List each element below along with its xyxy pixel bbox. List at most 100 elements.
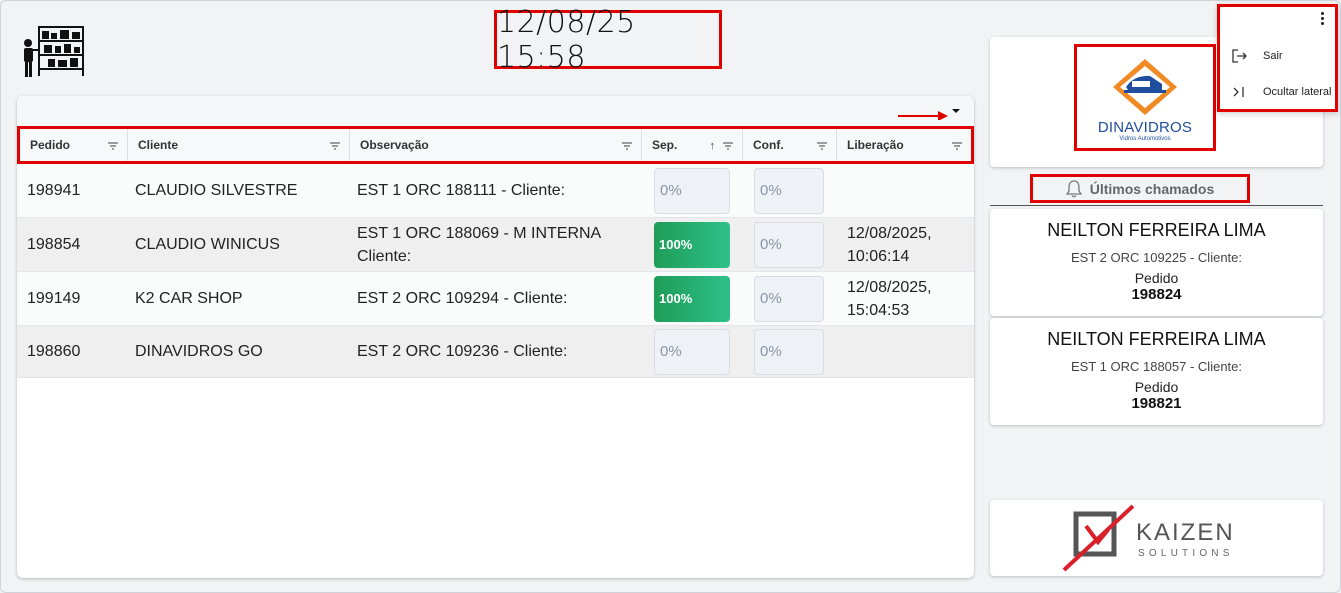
- cell-pedido: 198854: [27, 236, 81, 253]
- header-label: Cliente: [138, 138, 179, 152]
- cell-observacao: EST 1 ORC 188111 - Cliente:: [347, 164, 639, 217]
- cell-liberacao: 12/08/2025, 10:06:14: [834, 218, 968, 271]
- header-conf[interactable]: Conf.: [743, 129, 837, 161]
- filter-icon[interactable]: [723, 142, 733, 150]
- header-label: Observação: [360, 138, 429, 152]
- observacao-line: EST 1 ORC 188069 - M INTERNA: [357, 224, 602, 242]
- cell-sep: 100%: [639, 272, 740, 325]
- header-liberacao[interactable]: Liberação: [837, 129, 971, 161]
- clock: 12/08/25 15:58: [497, 4, 636, 75]
- kaizen-logo: KAIZEN SOLUTIONS: [1062, 504, 1235, 572]
- cell-pedido: 198860: [27, 343, 81, 360]
- sep-progress: 100%: [654, 275, 730, 322]
- call-pedido-label: Pedido: [1134, 379, 1179, 395]
- header-observacao[interactable]: Observação: [350, 129, 642, 161]
- brand-logo: DINAVIDROS Vidros Automotivos: [1074, 44, 1216, 151]
- menu-item-sair[interactable]: Sair: [1231, 49, 1283, 63]
- menu-item-ocultar-lateral[interactable]: Ocultar lateral: [1231, 85, 1331, 99]
- table-row[interactable]: 199149 K2 CAR SHOP EST 2 ORC 109294 - Cl…: [17, 272, 974, 326]
- calls-title-label: Últimos chamados: [1089, 180, 1215, 197]
- liberacao-time: 15:04:53: [847, 301, 910, 319]
- sep-progress: 100%: [654, 221, 730, 268]
- cell-sep: 100%: [639, 218, 740, 271]
- cell-sep: 0%: [639, 164, 740, 217]
- header-label: Sep.: [652, 138, 678, 152]
- orders-card: Pedido Cliente Observação Sep. ↑ Conf. L…: [17, 96, 974, 578]
- collapse-sidebar-icon: [1231, 85, 1251, 99]
- call-pedido: 198821: [1131, 395, 1182, 412]
- call-card[interactable]: NEILTON FERREIRA LIMA EST 2 ORC 109225 -…: [990, 209, 1323, 316]
- filter-icon[interactable]: [108, 142, 118, 150]
- logout-icon: [1231, 49, 1251, 63]
- liberacao-date: 12/08/2025,: [847, 224, 932, 242]
- observacao-line: EST 1 ORC 188111 - Cliente:: [357, 182, 566, 199]
- cell-conf: 0%: [740, 272, 834, 325]
- table-row[interactable]: 198941 CLAUDIO SILVESTRE EST 1 ORC 18811…: [17, 164, 974, 218]
- sort-ascending-icon[interactable]: ↑: [710, 140, 716, 152]
- filter-icon[interactable]: [622, 142, 632, 150]
- cell-liberacao: 12/08/2025, 15:04:53: [834, 272, 968, 325]
- cell-sep: 0%: [639, 326, 740, 377]
- header-pedido[interactable]: Pedido: [20, 129, 128, 161]
- cell-conf: 0%: [740, 218, 834, 271]
- cell-liberacao: [834, 164, 968, 217]
- liberacao-date: 12/08/2025,: [847, 278, 932, 296]
- cell-cliente: CLAUDIO SILVESTRE: [135, 182, 298, 199]
- call-pedido-label: Pedido: [1134, 270, 1179, 286]
- brand-tagline: Vidros Automotivos: [1119, 136, 1171, 142]
- clock-highlight: 12/08/25 15:58: [494, 5, 722, 75]
- header-sep[interactable]: Sep. ↑: [642, 129, 743, 161]
- cell-observacao: EST 2 ORC 109236 - Cliente:: [347, 326, 639, 377]
- call-name: NEILTON FERREIRA LIMA: [1047, 220, 1266, 240]
- cell-observacao: EST 1 ORC 188069 - M INTERNA Cliente:: [347, 218, 639, 271]
- more-vert-icon[interactable]: [1321, 12, 1325, 26]
- filter-icon[interactable]: [817, 142, 827, 150]
- call-pedido: 198824: [1131, 286, 1182, 303]
- cell-liberacao: [834, 326, 968, 377]
- table-row[interactable]: 198860 DINAVIDROS GO EST 2 ORC 109236 - …: [17, 326, 974, 378]
- kaizen-logo-card: KAIZEN SOLUTIONS: [990, 500, 1323, 576]
- observacao-line: EST 2 ORC 109236 - Cliente:: [357, 343, 568, 360]
- header-cliente[interactable]: Cliente: [128, 129, 350, 161]
- brand-name: DINAVIDROS: [1097, 119, 1193, 136]
- call-observacao: EST 1 ORC 188057 - Cliente:: [1070, 359, 1242, 374]
- liberacao-time: 10:06:14: [847, 247, 910, 265]
- header-label: Conf.: [753, 138, 784, 152]
- conf-progress: 0%: [754, 167, 824, 214]
- call-name: NEILTON FERREIRA LIMA: [1047, 329, 1266, 349]
- dinavidros-logo-icon: [1113, 59, 1177, 115]
- call-observacao: EST 2 ORC 109225 - Cliente:: [1070, 250, 1242, 265]
- conf-progress: 0%: [754, 328, 824, 375]
- annotation-arrow-icon: [898, 111, 948, 120]
- options-menu: Sair Ocultar lateral: [1217, 4, 1338, 112]
- kaizen-name: KAIZEN: [1136, 519, 1235, 546]
- call-card[interactable]: NEILTON FERREIRA LIMA EST 1 ORC 188057 -…: [990, 318, 1323, 425]
- cell-pedido: 198941: [27, 182, 81, 199]
- sep-progress: 0%: [654, 167, 730, 214]
- header-label: Liberação: [847, 138, 904, 152]
- card-toolbar: [17, 96, 974, 126]
- table-row[interactable]: 198854 CLAUDIO WINICUS EST 1 ORC 188069 …: [17, 218, 974, 272]
- cell-observacao: EST 2 ORC 109294 - Cliente:: [347, 272, 639, 325]
- menu-item-label: Sair: [1263, 50, 1283, 62]
- filter-icon[interactable]: [952, 142, 962, 150]
- observacao-line: Cliente:: [357, 247, 412, 265]
- filter-icon[interactable]: [330, 142, 340, 150]
- header-label: Pedido: [30, 138, 71, 152]
- cell-pedido: 199149: [27, 290, 81, 307]
- cell-cliente: DINAVIDROS GO: [135, 343, 263, 360]
- kaizen-sub: SOLUTIONS: [1138, 548, 1234, 559]
- cell-conf: 0%: [740, 326, 834, 377]
- conf-progress: 0%: [754, 221, 824, 268]
- bell-icon: [1065, 179, 1082, 197]
- sep-progress: 0%: [654, 328, 730, 375]
- menu-item-label: Ocultar lateral: [1263, 86, 1332, 98]
- calls-divider: [990, 205, 1323, 206]
- warehouse-icon: [20, 22, 86, 80]
- conf-progress: 0%: [754, 275, 824, 322]
- observacao-line: EST 2 ORC 109294 - Cliente:: [357, 290, 568, 307]
- table-header: Pedido Cliente Observação Sep. ↑ Conf. L…: [17, 126, 974, 164]
- calls-title: Últimos chamados: [1030, 174, 1250, 203]
- cell-conf: 0%: [740, 164, 834, 217]
- cell-cliente: CLAUDIO WINICUS: [135, 236, 280, 253]
